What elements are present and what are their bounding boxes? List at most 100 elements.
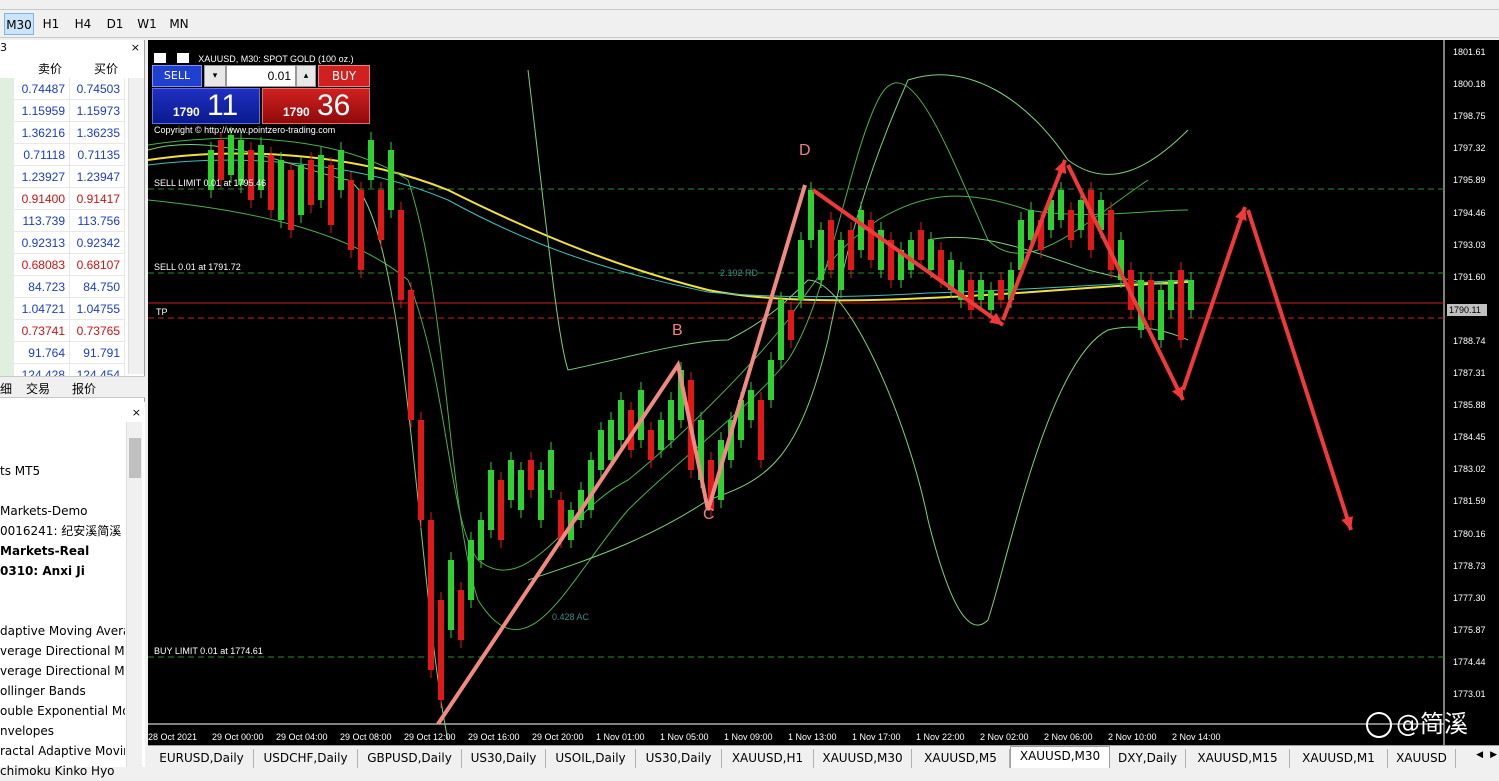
price-tick-label: 1775.87	[1453, 624, 1486, 635]
bid-column-header[interactable]: 卖价	[38, 60, 62, 77]
candle-body	[978, 280, 984, 300]
price-tick-label: 1798.75	[1453, 111, 1486, 122]
price-tick-label: 1773.01	[1453, 689, 1486, 699]
timeframe-d1-button[interactable]: D1	[100, 13, 130, 35]
chart-tab[interactable]: USDCHF,Daily	[254, 749, 358, 768]
navigator-item[interactable]: ollinger Bands	[0, 681, 125, 701]
navigator-item[interactable]	[0, 581, 125, 601]
tab-details[interactable]: 细	[0, 380, 12, 397]
tabs-scroll-right-icon[interactable]: ▶	[1490, 750, 1497, 760]
price-tick-label: 1774.44	[1453, 656, 1486, 667]
table-row[interactable]: 91.764 91.791	[0, 342, 145, 364]
table-row[interactable]: 1.36216 1.36235	[0, 122, 145, 144]
chart-tab[interactable]: EURUSD,Daily	[150, 749, 254, 768]
chart-window[interactable]: XAUUSD, M30: SPOT GOLD (100 oz.) SELL ▾ …	[148, 40, 1499, 745]
tabs-scroll-left-icon[interactable]: ◀	[1476, 750, 1483, 760]
navigator-item[interactable]	[0, 481, 125, 501]
symbol-flag-icon	[0, 320, 14, 342]
chart-tab[interactable]: USOIL,Daily	[546, 749, 636, 768]
time-tick-label: 2 Nov 06:00	[1044, 732, 1093, 742]
chart-tab[interactable]: US30,Daily	[462, 749, 546, 768]
navigator-item[interactable]: ts MT5	[0, 461, 125, 481]
chart-tab[interactable]: GBPUSD,Daily	[358, 749, 462, 768]
one-click-trading-panel: SELL ▾ 0.01 ▴ BUY 1790 11 1790 36	[152, 64, 372, 124]
navigator-item[interactable]: daptive Moving Avera	[0, 621, 125, 641]
chart-symbol-title: XAUUSD, M30: SPOT GOLD (100 oz.)	[198, 54, 354, 64]
navigator-item[interactable]: 0016241: 纪安溪简溪	[0, 521, 125, 541]
table-row[interactable]: 113.739 113.756	[0, 210, 145, 232]
candle-body	[748, 390, 754, 420]
timeframe-w1-button[interactable]: W1	[132, 13, 162, 35]
table-row[interactable]: 1.04721 1.04755	[0, 298, 145, 320]
table-row[interactable]: 0.74487 0.74503	[0, 78, 145, 100]
navigator-item[interactable]: chimoku Kinko Hyo	[0, 761, 125, 781]
navigator-item[interactable]	[0, 601, 125, 621]
candle-body	[918, 230, 924, 260]
timeframe-mn-button[interactable]: MN	[164, 13, 194, 35]
sell-limit-label: SELL LIMIT 0.01 at 1795.46	[154, 178, 267, 188]
tp-label: TP	[156, 307, 168, 317]
symbol-flag-icon	[0, 188, 14, 210]
chart-tab[interactable]: US30,Daily	[636, 749, 722, 768]
lot-size-input[interactable]: 0.01	[226, 65, 296, 87]
chart-tab[interactable]: XAUUSD,M15	[1186, 749, 1290, 768]
table-row[interactable]: 0.68083 0.68107	[0, 254, 145, 276]
envelope-inner	[927, 236, 1189, 285]
timeframe-m30-button[interactable]: M30	[4, 13, 34, 35]
navigator-scrollbar[interactable]	[126, 422, 142, 767]
chart-tab[interactable]: XAUUSD,M5	[912, 749, 1010, 768]
navigator-close-icon[interactable]: ×	[132, 406, 141, 419]
chart-tab[interactable]: XAUUSD,M1	[1290, 749, 1388, 768]
tab-ticks[interactable]: 报价	[72, 380, 96, 397]
sell-button[interactable]: SELL	[152, 65, 202, 87]
ask-column-header[interactable]: 买价	[94, 60, 118, 77]
table-row[interactable]: 84.723 84.750	[0, 276, 145, 298]
navigator-item[interactable]: Markets-Demo	[0, 501, 125, 521]
candle-body	[328, 165, 334, 225]
table-row[interactable]: 1.23927 1.23947	[0, 166, 145, 188]
pattern-label-c: C	[703, 506, 715, 523]
chart-tab[interactable]: XAUUSD,H1	[722, 749, 814, 768]
candle-body	[438, 600, 444, 700]
lot-down-icon[interactable]: ▾	[204, 65, 226, 87]
buy-limit-label: BUY LIMIT 0.01 at 1774.61	[154, 646, 263, 656]
chart-properties-icon[interactable]	[154, 52, 166, 63]
candle-body	[848, 230, 854, 270]
navigator-item[interactable]: 0310: Anxi Ji	[0, 561, 125, 581]
symbol-flag-icon	[0, 166, 14, 188]
chart-tab[interactable]: XAUUSD	[1388, 749, 1456, 768]
candle-body	[648, 430, 654, 460]
table-row[interactable]: 0.92313 0.92342	[0, 232, 145, 254]
logo-icon	[1366, 712, 1392, 738]
buy-button[interactable]: BUY	[318, 65, 370, 87]
market-watch-close-icon[interactable]: ×	[131, 41, 140, 54]
price-chart[interactable]	[148, 40, 1499, 745]
timeframe-h4-button[interactable]: H4	[68, 13, 98, 35]
navigator-item[interactable]: Markets-Real	[0, 541, 125, 561]
navigator-item[interactable]: ouble Exponential Mo	[0, 701, 125, 721]
navigator-scroll-thumb[interactable]	[129, 438, 141, 478]
candle-body	[588, 460, 594, 510]
table-row[interactable]: 1.15959 1.15973	[0, 100, 145, 122]
navigator-item[interactable]: verage Directional Mo	[0, 641, 125, 661]
navigator-item[interactable]: verage Directional Mo	[0, 661, 125, 681]
navigator-item[interactable]: nvelopes	[0, 721, 125, 741]
ask-cell: 0.73765	[70, 320, 125, 342]
bid-cell: 0.92313	[14, 232, 70, 254]
price-tick-label: 1795.89	[1453, 175, 1486, 186]
chart-tab[interactable]: DXY,Daily	[1110, 749, 1186, 768]
chart-tab[interactable]: XAUUSD,M30	[814, 749, 912, 768]
table-row[interactable]: 0.91400 0.91417	[0, 188, 145, 210]
table-row[interactable]: 0.71118 0.71135	[0, 144, 145, 166]
price-tick-label: 1797.32	[1453, 143, 1486, 154]
sell-price-box[interactable]: 1790 11	[152, 88, 260, 124]
candle-body	[488, 470, 494, 530]
chart-tab[interactable]: XAUUSD,M30	[1010, 746, 1110, 768]
lot-up-icon[interactable]: ▴	[296, 65, 316, 87]
tab-trading[interactable]: 交易	[26, 380, 50, 397]
timeframe-h1-button[interactable]: H1	[36, 13, 66, 35]
market-watch-scrollbar[interactable]	[128, 78, 144, 374]
buy-price-box[interactable]: 1790 36	[262, 88, 370, 124]
navigator-item[interactable]: ractal Adaptive Movin	[0, 741, 125, 761]
table-row[interactable]: 0.73741 0.73765	[0, 320, 145, 342]
